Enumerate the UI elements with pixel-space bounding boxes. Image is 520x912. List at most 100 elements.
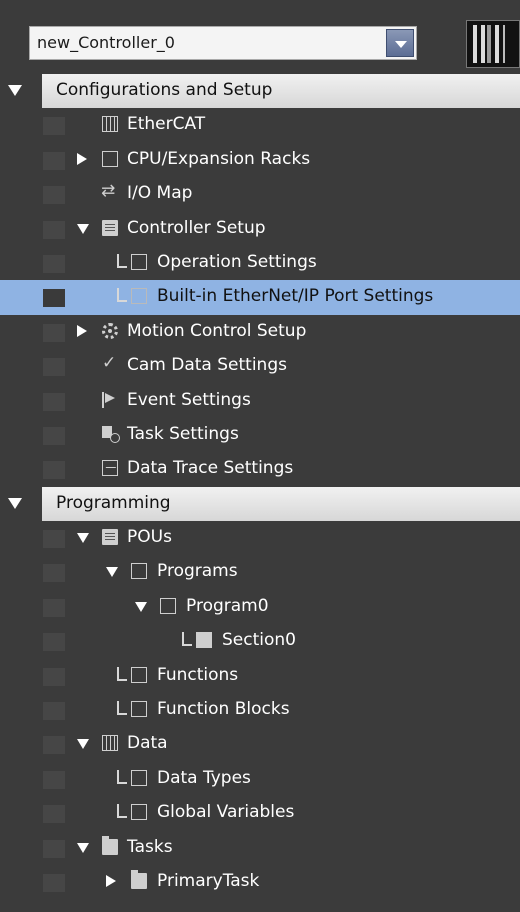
tree-item-label: Data Types [157, 767, 251, 788]
ethercat-icon [102, 116, 118, 133]
row-marker [43, 564, 65, 583]
row-marker [43, 736, 65, 755]
collapse-arrow-icon[interactable] [77, 533, 89, 544]
row-marker [43, 426, 65, 445]
row-marker [43, 358, 65, 377]
row-marker [43, 770, 65, 789]
row-marker [43, 254, 65, 273]
tree-item-program0[interactable]: Program0 [0, 590, 520, 624]
tree-item-controller-setup[interactable]: Controller Setup [0, 212, 520, 246]
section-label: Programming [56, 492, 171, 513]
programs-icon [131, 563, 147, 580]
tree-item-data[interactable]: Data [0, 727, 520, 761]
tree-connector [182, 632, 192, 647]
section-icon [196, 632, 212, 649]
tree-item-label: Motion Control Setup [127, 320, 307, 341]
section-programming[interactable]: Programming [8, 486, 520, 522]
tree-item-label: Function Blocks [157, 699, 290, 720]
row-marker [43, 220, 65, 239]
tree-item-label: Built-in EtherNet/IP Port Settings [157, 286, 434, 307]
tree-item-functions[interactable]: Functions [0, 659, 520, 693]
tree-item-label: Data [127, 733, 168, 754]
tree-item-task-settings[interactable]: Task Settings [0, 418, 520, 452]
tree-item-ethercat[interactable]: EtherCAT [0, 108, 520, 142]
collapse-arrow-icon[interactable] [106, 567, 118, 578]
collapse-arrow-icon[interactable] [77, 223, 89, 234]
expand-arrow-icon[interactable] [77, 152, 87, 165]
row-marker [43, 702, 65, 721]
toolbar: new_Controller_0 [0, 0, 520, 74]
tree-item-function-blocks[interactable]: Function Blocks [0, 693, 520, 727]
tree-item-data-types[interactable]: Data Types [0, 762, 520, 796]
tree-item-operation-settings[interactable]: Operation Settings [0, 246, 520, 280]
tree-connector [117, 288, 127, 303]
expand-arrow-icon[interactable] [106, 874, 116, 887]
data-types-icon [131, 769, 147, 786]
operation-settings-icon [131, 253, 147, 270]
tree-item-label: Programs [157, 561, 238, 582]
tree-connector [117, 804, 127, 819]
row-marker [43, 323, 65, 342]
tree-item-data-trace-settings[interactable]: Data Trace Settings [0, 452, 520, 486]
collapse-arrow-icon[interactable] [77, 842, 89, 853]
io-map-icon [101, 181, 118, 201]
row-marker [43, 186, 65, 205]
tree-item-cam-data-settings[interactable]: Cam Data Settings [0, 349, 520, 383]
cam-data-icon [102, 353, 118, 373]
tree-item-label: Functions [157, 664, 239, 685]
collapse-arrow-icon[interactable] [8, 497, 22, 509]
tree-item-pous[interactable]: POUs [0, 521, 520, 555]
tree-connector [117, 666, 127, 681]
tree-connector [117, 701, 127, 716]
controller-setup-icon [102, 219, 118, 236]
tree-item-label: Event Settings [127, 389, 251, 410]
tree-connector [117, 253, 127, 268]
row-marker [43, 461, 65, 480]
gear-icon [102, 322, 118, 339]
tree-item-programs[interactable]: Programs [0, 555, 520, 589]
controller-select[interactable]: new_Controller_0 [29, 26, 417, 60]
tree-item-label: I/O Map [127, 183, 193, 204]
row-marker [43, 117, 65, 136]
tree-item-label: Program0 [186, 595, 269, 616]
tree-item-motion-control-setup[interactable]: Motion Control Setup [0, 315, 520, 349]
section-configurations-and-setup[interactable]: Configurations and Setup [8, 74, 520, 109]
tree-item-primarytask[interactable]: PrimaryTask [0, 865, 520, 899]
tree-item-label: Data Trace Settings [127, 458, 294, 479]
flag-icon [102, 391, 118, 408]
tree-item-label: Section0 [222, 630, 296, 651]
row-marker [43, 633, 65, 652]
multiview-explorer-tree: Configurations and Setup EtherCAT CPU/Ex… [0, 74, 520, 899]
tree-item-label: POUs [127, 527, 172, 548]
row-marker [43, 839, 65, 858]
tree-item-label: PrimaryTask [157, 870, 260, 891]
rack-icon [102, 150, 118, 167]
collapse-arrow-icon[interactable] [77, 739, 89, 750]
tree-item-label: CPU/Expansion Racks [127, 148, 311, 169]
controller-icon[interactable] [466, 20, 520, 68]
expand-arrow-icon[interactable] [77, 324, 87, 337]
tree-item-tasks[interactable]: Tasks [0, 831, 520, 865]
tree-item-label: Task Settings [127, 423, 239, 444]
section-label: Configurations and Setup [56, 80, 273, 100]
row-marker [43, 805, 65, 824]
data-trace-icon [102, 460, 118, 477]
tree-item-label: Operation Settings [157, 251, 317, 272]
collapse-arrow-icon[interactable] [135, 601, 147, 612]
tree-item-ethernet-ip-port-settings[interactable]: Built-in EtherNet/IP Port Settings [0, 280, 520, 315]
tree-connector [117, 769, 127, 784]
tree-item-io-map[interactable]: I/O Map [0, 177, 520, 211]
tree-item-label: Tasks [127, 836, 173, 857]
tree-item-event-settings[interactable]: Event Settings [0, 384, 520, 418]
function-blocks-icon [131, 701, 147, 718]
tree-item-section0[interactable]: Section0 [0, 624, 520, 658]
task-settings-icon [102, 425, 120, 443]
row-marker [43, 873, 65, 892]
tree-item-global-variables[interactable]: Global Variables [0, 796, 520, 830]
tree-item-cpu-expansion-racks[interactable]: CPU/Expansion Racks [0, 143, 520, 177]
collapse-arrow-icon[interactable] [8, 85, 22, 96]
chevron-down-icon[interactable] [386, 29, 414, 57]
folder-icon [131, 869, 147, 889]
row-marker [43, 598, 65, 617]
functions-icon [131, 666, 147, 683]
